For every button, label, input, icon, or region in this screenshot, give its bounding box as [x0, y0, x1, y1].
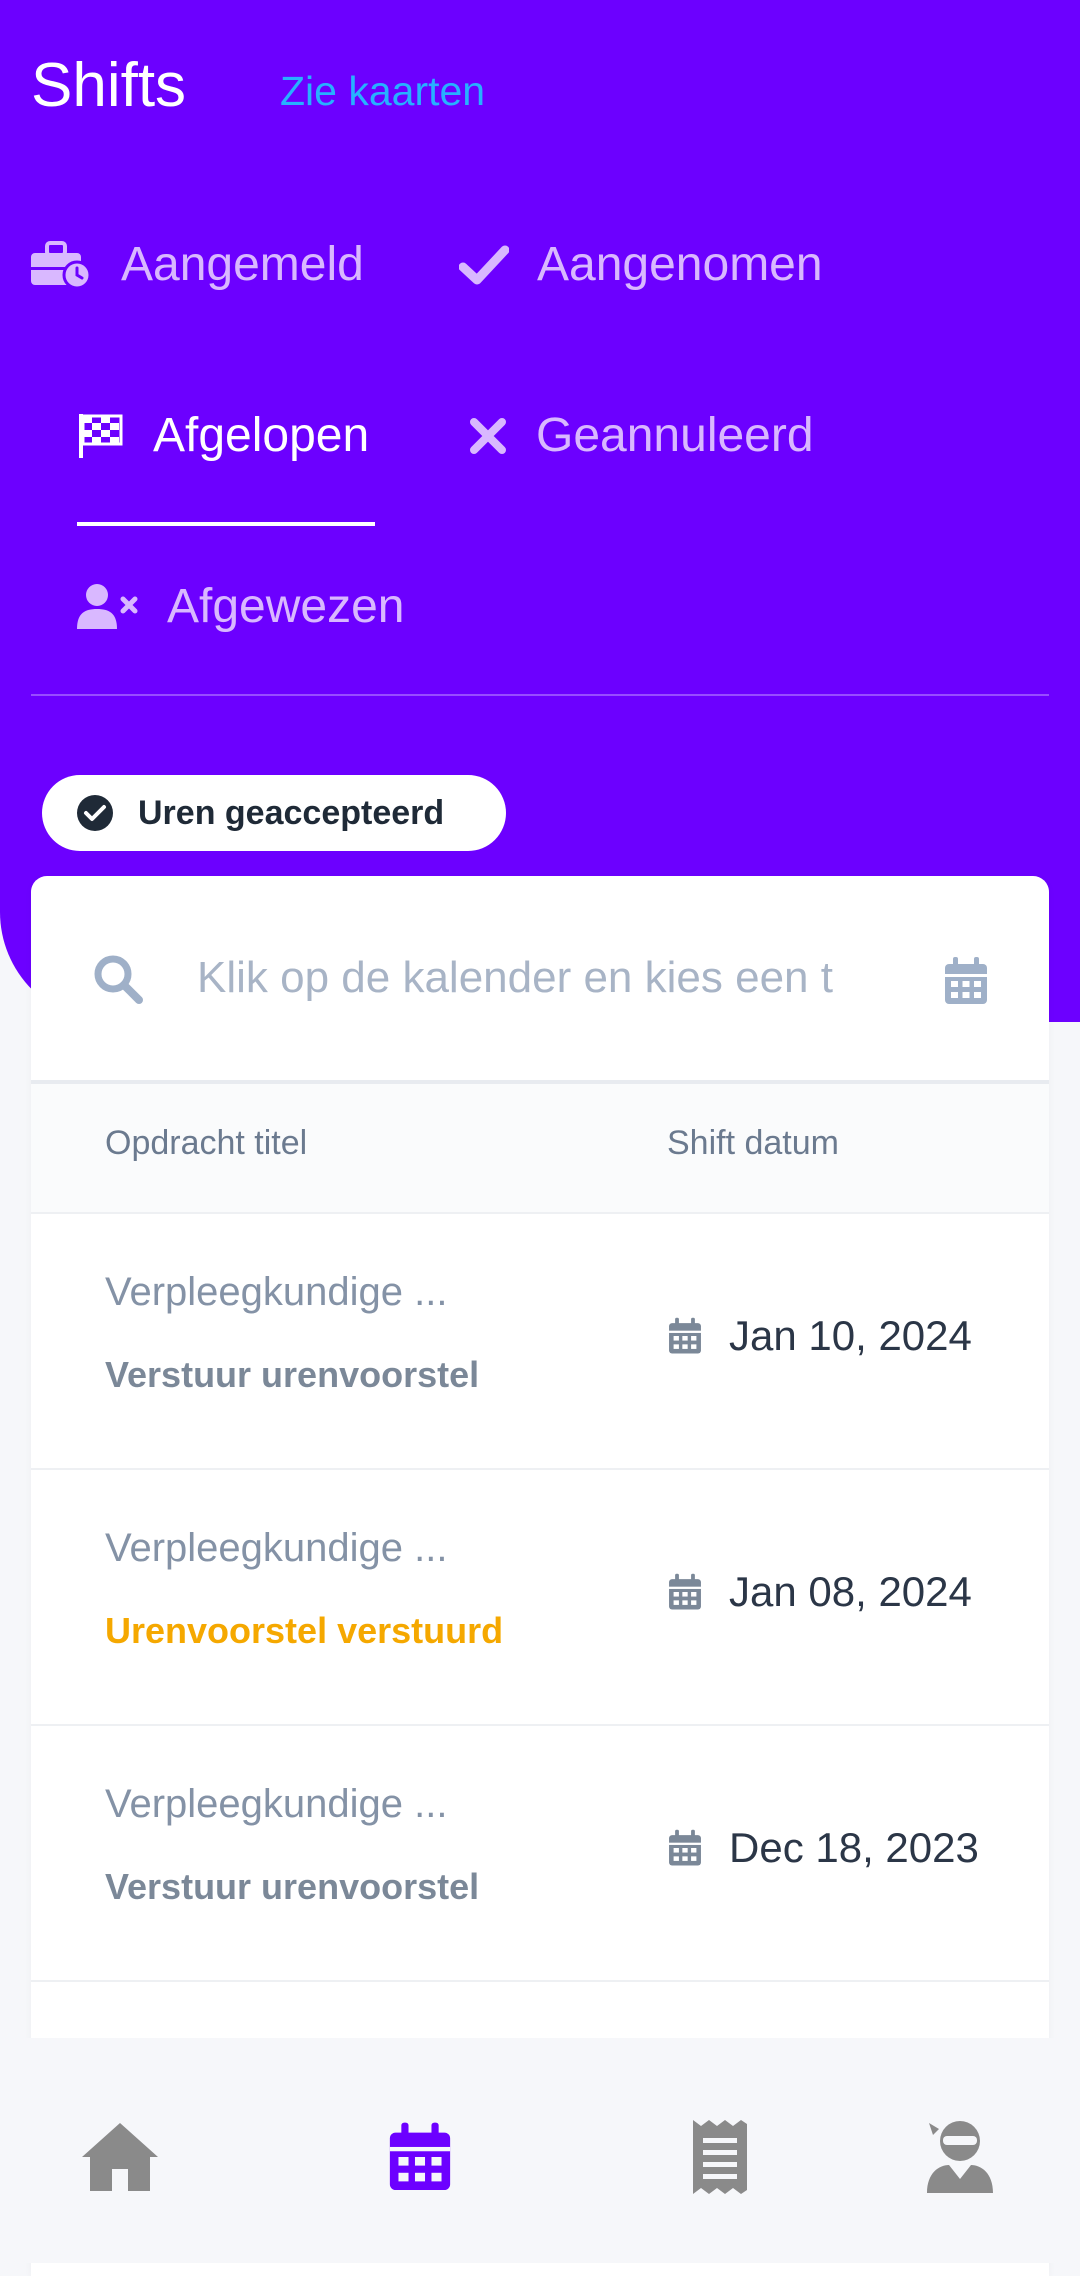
calendar-icon — [667, 1317, 703, 1355]
tab-label: Aangemeld — [121, 238, 364, 291]
check-circle-icon — [76, 794, 114, 832]
hours-proposal-sent-status: Urenvoorstel verstuurd — [105, 1610, 504, 1651]
date-search-input[interactable] — [197, 938, 925, 1018]
receipt-icon — [691, 2118, 749, 2196]
tab-aangenomen[interactable]: Aangenomen — [459, 237, 823, 293]
page-title: Shifts — [31, 51, 187, 120]
send-hours-proposal-link[interactable]: Verstuur urenvoorstel — [105, 1866, 479, 1908]
user-ninja-icon — [925, 2119, 995, 2195]
active-tab-indicator — [77, 522, 375, 526]
shift-date: Jan 10, 2024 — [667, 1312, 972, 1360]
tab-afgelopen[interactable]: Afgelopen — [77, 408, 369, 464]
tab-geannuleerd[interactable]: Geannuleerd — [468, 408, 814, 464]
nav-home[interactable] — [70, 2112, 170, 2202]
tab-label: Aangenomen — [537, 238, 823, 291]
shift-date-text: Jan 08, 2024 — [729, 1568, 972, 1615]
nav-shifts[interactable] — [370, 2112, 470, 2202]
shift-date-text: Dec 18, 2023 — [729, 1824, 979, 1871]
calendar-icon — [387, 2120, 453, 2194]
shift-date-text: Jan 10, 2024 — [729, 1312, 972, 1359]
job-title: Verpleegkundige ... — [105, 1270, 448, 1314]
tab-afgewezen[interactable]: Afgewezen — [77, 579, 405, 635]
see-maps-link[interactable]: Zie kaarten — [280, 66, 485, 116]
home-icon — [78, 2119, 162, 2195]
tab-label: Geannuleerd — [536, 409, 814, 462]
job-title: Verpleegkundige ... — [105, 1782, 448, 1826]
briefcase-clock-icon — [31, 241, 93, 289]
table-row[interactable]: Verpleegkundige ... Urenvoorstel verstuu… — [31, 1470, 1049, 1727]
shift-date: Dec 18, 2023 — [667, 1824, 979, 1872]
table-row[interactable]: Verpleegkundige ... Verstuur urenvoorste… — [31, 1726, 1049, 1983]
nav-invoices[interactable] — [670, 2112, 770, 2202]
tab-label: Afgelopen — [153, 409, 370, 462]
search-icon — [91, 952, 145, 1011]
tabs-divider — [31, 694, 1049, 696]
calendar-picker-icon[interactable] — [943, 956, 989, 1011]
tab-label: Afgewezen — [167, 580, 405, 633]
send-hours-proposal-link[interactable]: Verstuur urenvoorstel — [105, 1354, 479, 1396]
user-x-icon — [77, 583, 139, 631]
x-icon — [468, 416, 508, 456]
nav-profile[interactable] — [910, 2112, 1010, 2202]
table-row[interactable]: Verpleegkundige ... Verstuur urenvoorste… — [31, 1214, 1049, 1471]
hours-accepted-filter-chip[interactable]: Uren geaccepteerd — [42, 775, 506, 851]
table-header: Opdracht titel Shift datum — [31, 1084, 1049, 1214]
search-bar — [31, 876, 1049, 1084]
calendar-icon — [667, 1829, 703, 1867]
column-header-title: Opdracht titel — [105, 1124, 308, 1162]
checkered-flag-icon — [77, 412, 125, 460]
filter-chip-label: Uren geaccepteerd — [138, 793, 445, 832]
header-background — [0, 0, 1080, 1022]
tab-aangemeld[interactable]: Aangemeld — [31, 237, 364, 293]
check-icon — [459, 243, 509, 287]
shift-date: Jan 08, 2024 — [667, 1568, 972, 1616]
bottom-navigation — [0, 2038, 1080, 2263]
column-header-date: Shift datum — [667, 1124, 839, 1162]
calendar-icon — [667, 1573, 703, 1611]
job-title: Verpleegkundige ... — [105, 1526, 448, 1570]
